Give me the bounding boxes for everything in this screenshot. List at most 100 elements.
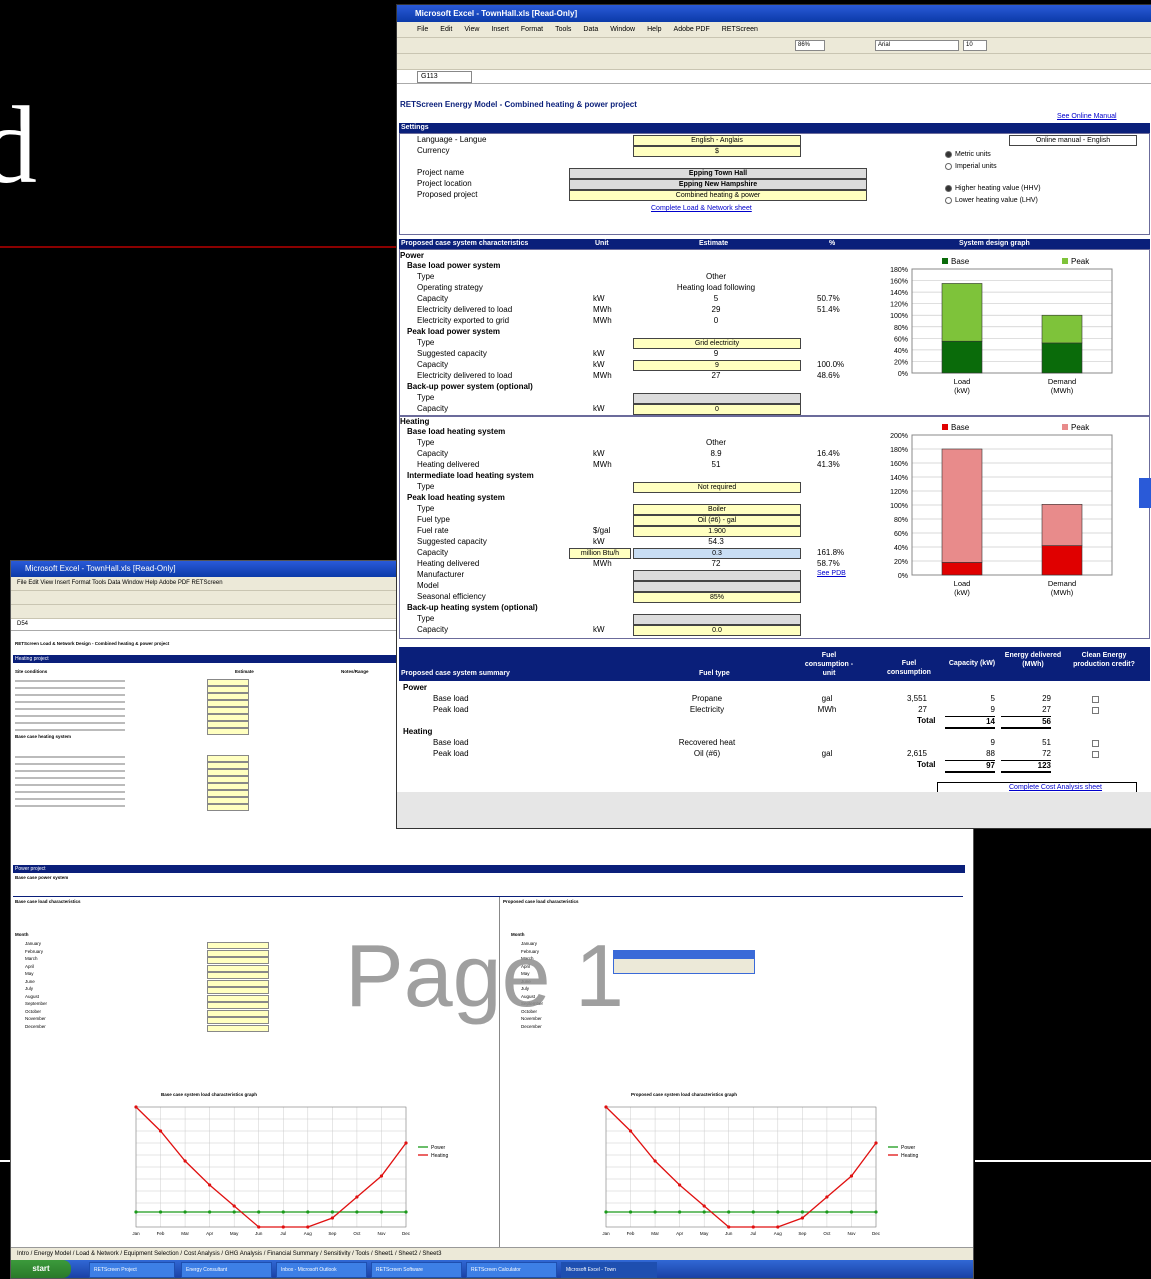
estimate-input[interactable]: 0.0 — [633, 625, 801, 636]
windows-taskbar[interactable]: start RETScreen Project Energy Consultan… — [11, 1260, 973, 1278]
x-tick-label: Nov — [847, 1231, 856, 1236]
proposed-load-char-label: Proposed case load characteristics — [503, 899, 579, 904]
estimate-input[interactable]: 0.3 — [633, 548, 801, 559]
worksheet-energy-model[interactable]: RETScreen Energy Model - Combined heatin… — [397, 97, 1151, 828]
floating-toolbar[interactable] — [613, 950, 755, 974]
taskbar-item[interactable]: Energy Consultant — [181, 1262, 272, 1278]
currency-select[interactable]: $ — [633, 146, 801, 157]
estimate-input[interactable] — [633, 393, 801, 404]
input-cell[interactable] — [207, 679, 249, 686]
taskbar-item[interactable]: RETScreen Software — [371, 1262, 462, 1278]
monthly-load-cell[interactable] — [207, 942, 269, 949]
input-cell[interactable] — [207, 769, 249, 776]
clean-energy-checkbox[interactable] — [1092, 707, 1099, 714]
proposed-project-select[interactable]: Combined heating & power — [569, 190, 867, 201]
row-label-placeholder — [15, 756, 125, 758]
input-cell[interactable] — [207, 804, 249, 811]
load-network-link[interactable]: Complete Load & Network sheet — [651, 205, 752, 212]
standard-toolbar[interactable]: 86% Arial 10 — [397, 38, 1151, 54]
project-name-field[interactable]: Epping Town Hall — [569, 168, 867, 179]
monthly-load-cell[interactable] — [207, 1017, 269, 1024]
menu-file[interactable]: File — [417, 26, 428, 33]
estimate-input[interactable] — [633, 570, 801, 581]
input-cell[interactable] — [207, 714, 249, 721]
input-cell[interactable] — [207, 728, 249, 735]
see-pdb-link[interactable]: See PDB — [817, 570, 846, 577]
font-size-select[interactable]: 10 — [963, 40, 987, 51]
input-cell[interactable] — [207, 755, 249, 762]
taskbar-item[interactable]: RETScreen Project — [89, 1262, 175, 1278]
estimate-input[interactable]: Grid electricity — [633, 338, 801, 349]
input-cell[interactable] — [207, 783, 249, 790]
input-cell[interactable] — [207, 790, 249, 797]
menu-retscreen[interactable]: RETScreen — [722, 26, 758, 33]
estimate-input[interactable] — [633, 614, 801, 625]
language-select[interactable]: English - Anglais — [633, 135, 801, 146]
taskbar-item[interactable]: RETScreen Calculator — [466, 1262, 557, 1278]
power-series-point — [653, 1210, 657, 1214]
clean-energy-checkbox[interactable] — [1092, 751, 1099, 758]
lhv-radio[interactable]: Lower heating value (LHV) — [945, 196, 1038, 206]
slide-divider — [0, 246, 400, 248]
estimate-input[interactable]: 85% — [633, 592, 801, 603]
menu-bar[interactable]: File Edit View Insert Format Tools Data Window H… — [397, 22, 1151, 38]
project-location-field[interactable]: Epping New Hampshire — [569, 179, 867, 190]
estimate-input[interactable]: Not required — [633, 482, 801, 493]
menu-window[interactable]: Window — [610, 26, 635, 33]
monthly-load-cell[interactable] — [207, 957, 269, 964]
hhv-radio[interactable]: Higher heating value (HHV) — [945, 184, 1041, 194]
input-cell[interactable] — [207, 721, 249, 728]
taskbar-item-active[interactable]: Microsoft Excel - Town — [561, 1262, 657, 1278]
estimate-input[interactable]: 0 — [633, 404, 801, 415]
menu-data[interactable]: Data — [583, 26, 598, 33]
input-cell[interactable] — [207, 700, 249, 707]
formatting-toolbar[interactable] — [397, 54, 1151, 70]
estimate-input[interactable]: Boiler — [633, 504, 801, 515]
online-manual-link[interactable]: See Online Manual — [1057, 113, 1117, 120]
unit-cell[interactable]: million Btu/h — [569, 548, 631, 559]
monthly-load-cell[interactable] — [207, 949, 269, 957]
online-manual-select[interactable]: Online manual - English — [1009, 135, 1137, 146]
estimate-input[interactable] — [633, 581, 801, 592]
floating-toolbar-title — [614, 951, 754, 959]
estimate-input[interactable]: 1.900 — [633, 526, 801, 537]
monthly-load-cell[interactable] — [207, 1009, 269, 1017]
window-title: Microsoft Excel - TownHall.xls [Read-Onl… — [397, 5, 1151, 22]
input-cell[interactable] — [207, 693, 249, 700]
metric-units-radio[interactable]: Metric units — [945, 150, 991, 160]
name-box[interactable]: D54 — [17, 621, 28, 627]
monthly-load-cell[interactable] — [207, 964, 269, 972]
name-box[interactable]: G113 — [417, 71, 472, 83]
formula-bar[interactable]: G113 — [397, 70, 1151, 84]
sheet-tabs[interactable]: Intro / Energy Model / Load & Network / … — [11, 1247, 973, 1260]
taskbar-item[interactable]: Inbox - Microsoft Outlook — [276, 1262, 367, 1278]
menu-edit[interactable]: Edit — [440, 26, 452, 33]
menu-tools[interactable]: Tools — [555, 26, 571, 33]
menu-help[interactable]: Help — [647, 26, 661, 33]
menu-insert[interactable]: Insert — [491, 26, 509, 33]
monthly-load-cell[interactable] — [207, 979, 269, 987]
input-cell[interactable] — [207, 762, 249, 769]
clean-energy-checkbox[interactable] — [1092, 740, 1099, 747]
clean-energy-checkbox[interactable] — [1092, 696, 1099, 703]
start-button[interactable]: start — [11, 1260, 71, 1278]
monthly-load-cell[interactable] — [207, 972, 269, 979]
summary-cons-cell: 2,615 — [906, 749, 927, 758]
input-cell[interactable] — [207, 776, 249, 783]
monthly-load-cell[interactable] — [207, 994, 269, 1002]
menu-format[interactable]: Format — [521, 26, 543, 33]
monthly-load-cell[interactable] — [207, 1002, 269, 1009]
menu-view[interactable]: View — [464, 26, 479, 33]
menu-adobe-pdf[interactable]: Adobe PDF — [674, 26, 710, 33]
estimate-input[interactable]: Oil (#6) - gal — [633, 515, 801, 526]
estimate-input[interactable]: 9 — [633, 360, 801, 371]
font-select[interactable]: Arial — [875, 40, 959, 51]
zoom-select[interactable]: 86% — [795, 40, 825, 51]
input-cell[interactable] — [207, 686, 249, 693]
imperial-units-radio[interactable]: Imperial units — [945, 162, 997, 172]
monthly-load-cell[interactable] — [207, 987, 269, 994]
input-cell[interactable] — [207, 707, 249, 714]
input-cell[interactable] — [207, 797, 249, 804]
monthly-load-cell[interactable] — [207, 1024, 269, 1032]
excel-window-energy-model[interactable]: Microsoft Excel - TownHall.xls [Read-Onl… — [396, 4, 1151, 829]
